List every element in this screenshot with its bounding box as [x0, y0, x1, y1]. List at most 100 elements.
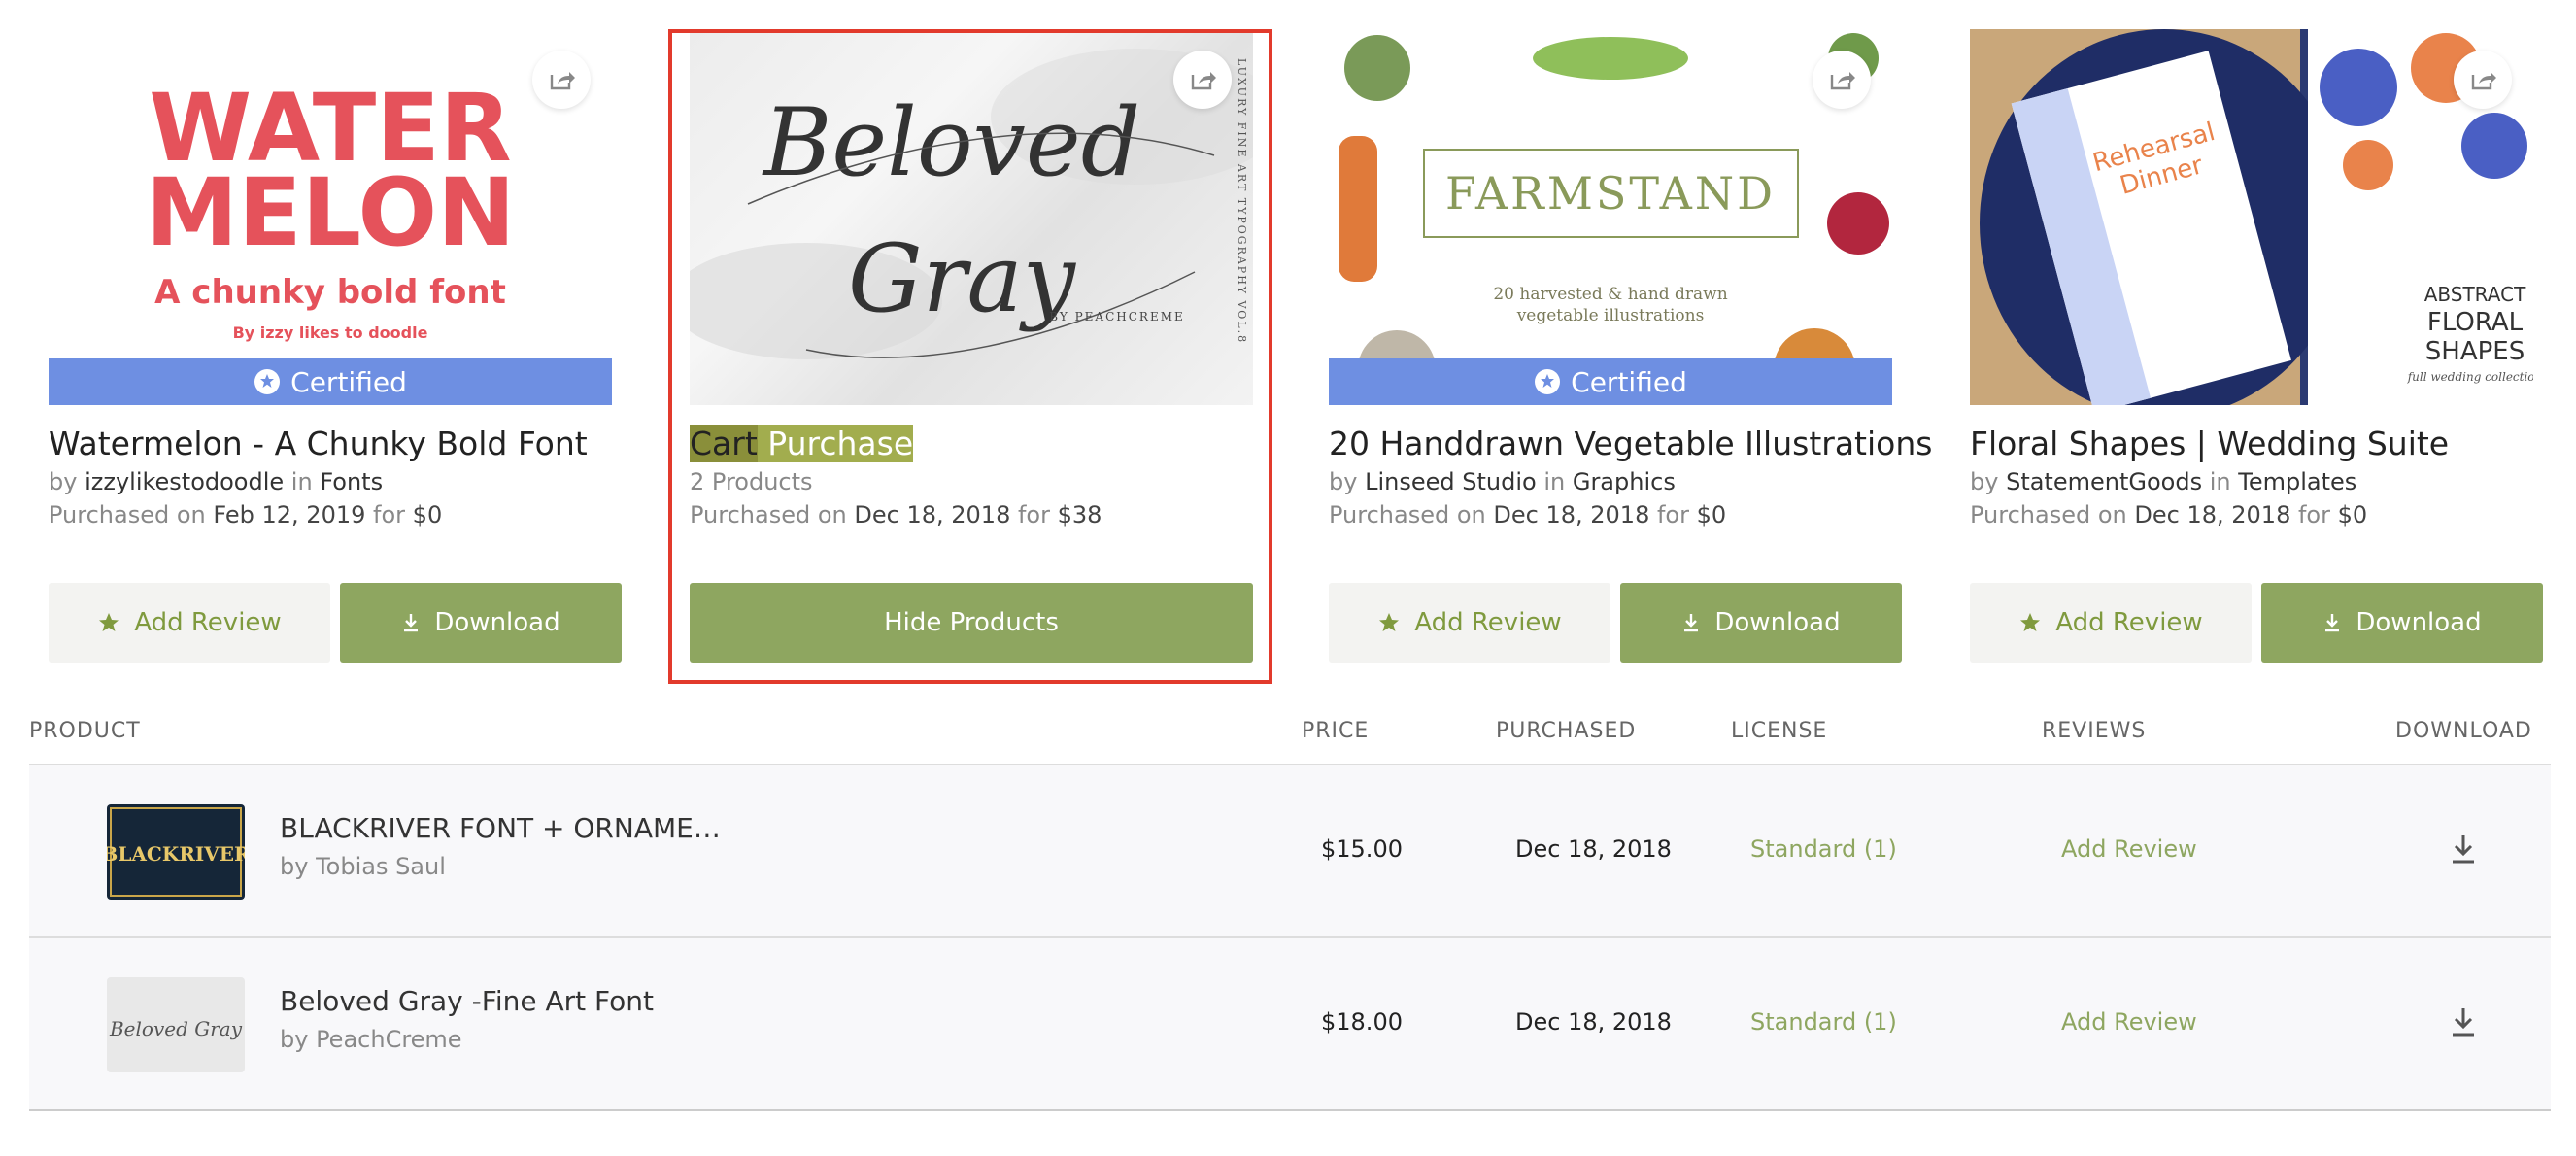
- floral-shapes-artwork: Rehearsal Dinner ABSTRACT FLORAL SHAPES …: [1970, 29, 2533, 405]
- download-button[interactable]: Download: [2261, 583, 2543, 663]
- product-row-thumbnail[interactable]: BLACKRIVER: [107, 804, 245, 900]
- download-button[interactable]: Download: [1620, 583, 1902, 663]
- watermelon-artwork: WATER MELON A chunky bold font By izzy l…: [146, 74, 516, 342]
- star-icon: [2020, 613, 2041, 631]
- row-product-name[interactable]: Beloved Gray -Fine Art Font: [280, 985, 654, 1017]
- row-add-review-link[interactable]: Add Review: [2061, 1008, 2197, 1036]
- download-icon: [1684, 614, 1699, 632]
- share-button[interactable]: [1173, 51, 1232, 109]
- share-icon: [550, 72, 575, 90]
- card-actions: Add Review Download: [1970, 583, 2543, 663]
- header-download: DOWNLOAD: [2395, 719, 2532, 743]
- row-purchase-date: Dec 18, 2018: [1515, 835, 1672, 863]
- svg-text:By izzy likes to doodle: By izzy likes to doodle: [233, 323, 428, 342]
- certified-label: Certified: [290, 365, 407, 398]
- beloved-gray-thumb-art: Beloved Gray: [109, 1017, 243, 1040]
- table-row: BLACKRIVER BLACKRIVER FONT + ORNAME… by …: [29, 764, 2551, 936]
- author-link[interactable]: Linseed Studio: [1365, 468, 1537, 495]
- product-title[interactable]: Floral Shapes | Wedding Suite: [1970, 425, 2533, 462]
- svg-text:FARMSTAND: FARMSTAND: [1445, 167, 1776, 220]
- star-icon: [1379, 613, 1400, 631]
- share-icon: [2471, 72, 2496, 90]
- certified-label: Certified: [1571, 365, 1687, 398]
- row-download-icon[interactable]: [2448, 832, 2479, 867]
- download-icon: [2325, 614, 2340, 632]
- card-actions: Add Review Download: [1329, 583, 1902, 663]
- row-price: $15.00: [1321, 835, 1403, 863]
- row-license-link[interactable]: Standard (1): [1750, 835, 1897, 863]
- header-reviews: REVIEWS: [2042, 719, 2147, 743]
- product-row-thumbnail[interactable]: Beloved Gray: [107, 977, 245, 1072]
- row-download-icon[interactable]: [2448, 1004, 2479, 1039]
- certified-badge: Certified: [49, 358, 612, 405]
- download-button[interactable]: Download: [340, 583, 622, 663]
- purchase-date: Feb 12, 2019: [213, 501, 366, 528]
- table-row: Beloved Gray Beloved Gray -Fine Art Font…: [29, 936, 2551, 1109]
- row-product-author: by PeachCreme: [280, 1026, 462, 1053]
- purchase-price: $0: [1696, 501, 1727, 528]
- row-product-author: by Tobias Saul: [280, 853, 446, 880]
- product-thumbnail[interactable]: FARMSTAND 20 harvested & hand drawn vege…: [1329, 29, 1892, 405]
- row-purchase-date: Dec 18, 2018: [1515, 1008, 1672, 1036]
- product-card-floral-shapes: Rehearsal Dinner ABSTRACT FLORAL SHAPES …: [1970, 29, 2543, 663]
- row-price: $18.00: [1321, 1008, 1403, 1036]
- purchase-info: Purchased on Dec 18, 2018 for $0: [1970, 501, 2368, 528]
- header-purchased: PURCHASED: [1496, 719, 1637, 743]
- download-icon: [404, 614, 419, 632]
- certified-badge: Certified: [1329, 358, 1892, 405]
- product-card-vegetables: FARMSTAND 20 harvested & hand drawn vege…: [1329, 29, 1932, 663]
- svg-text:full wedding collection: full wedding collection: [2407, 370, 2533, 384]
- product-card-watermelon: WATER MELON A chunky bold font By izzy l…: [49, 29, 622, 663]
- purchase-info: Purchased on Dec 18, 2018 for $0: [1329, 501, 1727, 528]
- product-title[interactable]: 20 Handdrawn Vegetable Illustrations: [1329, 425, 1932, 462]
- row-add-review-link[interactable]: Add Review: [2061, 835, 2197, 863]
- share-icon: [1191, 72, 1216, 90]
- purchase-date: Dec 18, 2018: [1493, 501, 1650, 528]
- add-review-button[interactable]: Add Review: [1970, 583, 2252, 663]
- svg-text:ABSTRACT: ABSTRACT: [2424, 283, 2526, 306]
- svg-text:BLACKRIVER: BLACKRIVER: [107, 842, 245, 866]
- svg-text:MELON: MELON: [146, 158, 516, 267]
- table-bottom-divider: [29, 1109, 2551, 1111]
- product-thumbnail[interactable]: Rehearsal Dinner ABSTRACT FLORAL SHAPES …: [1970, 29, 2533, 405]
- category-link[interactable]: Graphics: [1573, 468, 1676, 495]
- svg-text:A chunky bold font: A chunky bold font: [154, 273, 506, 312]
- add-review-button[interactable]: Add Review: [49, 583, 330, 663]
- product-byline: by Linseed Studio in Graphics: [1329, 468, 1676, 495]
- product-byline: by izzylikestodoodle in Fonts: [49, 468, 384, 495]
- product-title[interactable]: Watermelon - A Chunky Bold Font: [49, 425, 612, 462]
- row-product-name[interactable]: BLACKRIVER FONT + ORNAME…: [280, 812, 721, 844]
- svg-text:FLORAL: FLORAL: [2427, 308, 2524, 337]
- farmstand-artwork: FARMSTAND 20 harvested & hand drawn vege…: [1339, 33, 1889, 405]
- row-license-link[interactable]: Standard (1): [1750, 1008, 1897, 1036]
- svg-text:vegetable illustrations: vegetable illustrations: [1516, 306, 1705, 325]
- purchase-date: Dec 18, 2018: [2134, 501, 2291, 528]
- table-header: PRODUCT PRICE PURCHASED LICENSE REVIEWS …: [29, 715, 2555, 764]
- purchase-price: $0: [2337, 501, 2368, 528]
- svg-text:SHAPES: SHAPES: [2425, 337, 2525, 366]
- certified-icon: [254, 369, 281, 394]
- product-thumbnail[interactable]: WATER MELON A chunky bold font By izzy l…: [49, 29, 612, 405]
- share-button[interactable]: [532, 51, 591, 109]
- selection-highlight: [668, 29, 1272, 684]
- header-product: PRODUCT: [29, 719, 141, 743]
- blackriver-thumb-art: BLACKRIVER: [107, 807, 245, 897]
- star-icon: [99, 613, 119, 631]
- header-price: PRICE: [1302, 719, 1370, 743]
- svg-text:20 harvested & hand drawn: 20 harvested & hand drawn: [1493, 285, 1727, 304]
- category-link[interactable]: Fonts: [320, 468, 383, 495]
- card-actions: Add Review Download: [49, 583, 622, 663]
- share-icon: [1830, 72, 1855, 90]
- category-link[interactable]: Templates: [2238, 468, 2356, 495]
- share-button[interactable]: [2454, 51, 2512, 109]
- add-review-button[interactable]: Add Review: [1329, 583, 1610, 663]
- author-link[interactable]: izzylikestodoodle: [85, 468, 284, 495]
- certified-icon: [1535, 369, 1561, 394]
- share-button[interactable]: [1813, 51, 1871, 109]
- header-license: LICENSE: [1731, 719, 1828, 743]
- product-byline: by StatementGoods in Templates: [1970, 468, 2357, 495]
- svg-text:Beloved Gray: Beloved Gray: [109, 1017, 243, 1040]
- author-link[interactable]: StatementGoods: [2006, 468, 2202, 495]
- purchase-price: $0: [412, 501, 443, 528]
- purchase-info: Purchased on Feb 12, 2019 for $0: [49, 501, 443, 528]
